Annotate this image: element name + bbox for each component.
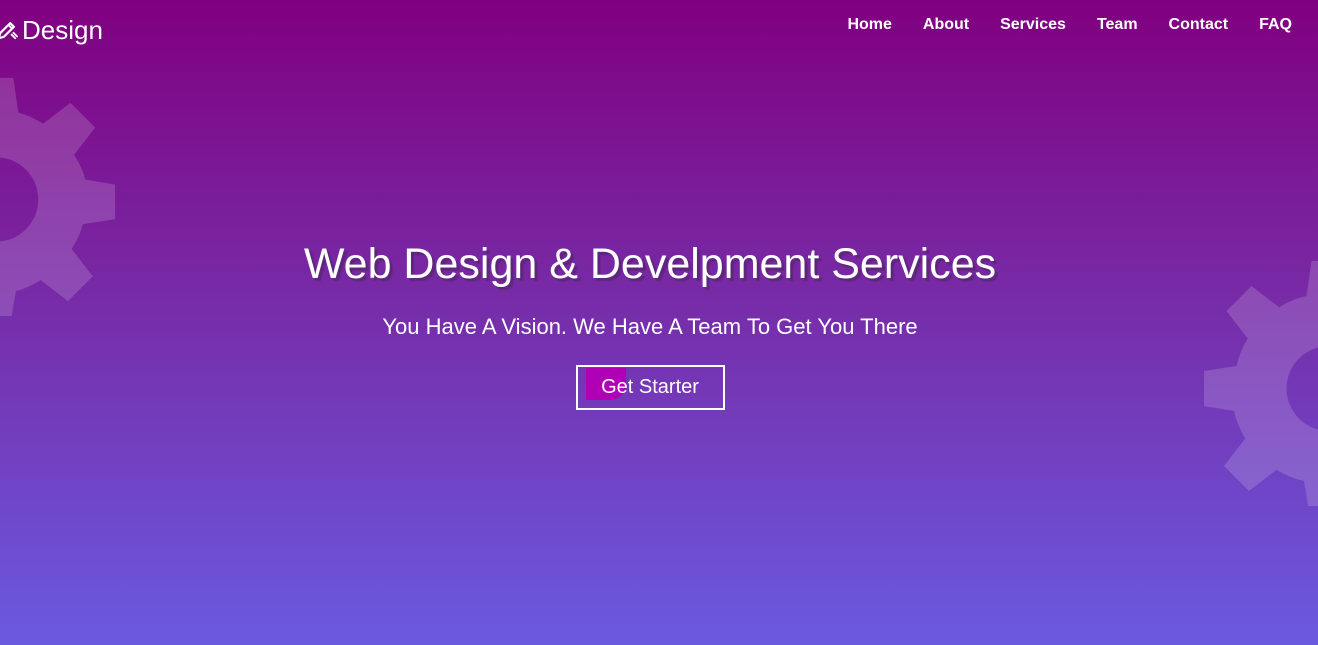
main-nav: Home About Services Team Contact FAQ: [816, 14, 1292, 36]
hero-content: Web Design & Develpment Services You Hav…: [0, 234, 1300, 410]
nav-link-faq[interactable]: FAQ: [1259, 14, 1292, 36]
get-started-button[interactable]: Get Starter: [575, 365, 725, 410]
button-label: Get Starter: [601, 376, 699, 398]
nav-link-contact[interactable]: Contact: [1169, 14, 1229, 36]
logo-text: Design: [22, 15, 103, 45]
nav-link-home[interactable]: Home: [847, 14, 891, 36]
hero-title: Web Design & Develpment Services: [303, 240, 997, 288]
hero-subtitle: You Have A Vision. We Have A Team To Get…: [382, 314, 918, 339]
hero-section: Design Home About Services Team Contact …: [0, 0, 1318, 645]
pencil-ruler-icon: [0, 22, 18, 40]
nav-link-services[interactable]: Services: [1000, 14, 1066, 36]
nav-link-team[interactable]: Team: [1097, 14, 1138, 36]
site-logo[interactable]: Design: [0, 14, 103, 46]
nav-link-about[interactable]: About: [923, 14, 969, 36]
